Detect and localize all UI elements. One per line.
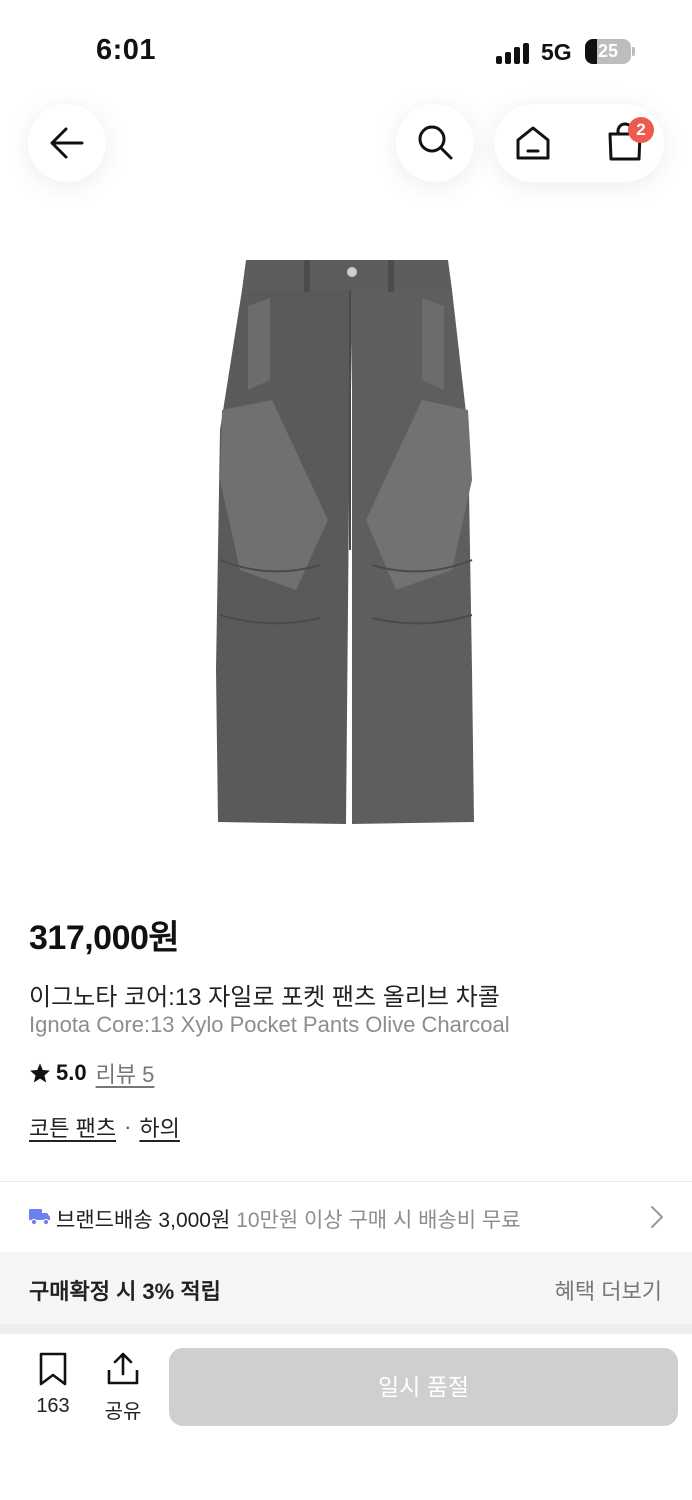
- product-price: 317,000원: [29, 919, 180, 957]
- back-button[interactable]: [28, 104, 106, 182]
- status-time: 6:01: [96, 34, 157, 66]
- benefit-row: 구매확정 시 3% 적립 혜택 더보기: [0, 1252, 692, 1324]
- home-icon[interactable]: [514, 124, 552, 162]
- star-icon: [30, 1063, 50, 1083]
- share-icon: [107, 1352, 139, 1385]
- category-breadcrumb: 코튼 팬츠 · 하의: [29, 1111, 180, 1143]
- shipping-note: 10만원 이상 구매 시 배송비 무료: [236, 1209, 521, 1232]
- review-link[interactable]: 리뷰 5: [96, 1057, 155, 1089]
- share-label: 공유: [104, 1401, 142, 1423]
- truck-icon: [29, 1209, 50, 1226]
- category-link-bottoms[interactable]: 하의: [139, 1111, 179, 1143]
- home-cart-pill: [494, 104, 664, 182]
- battery-level: 25: [597, 41, 619, 61]
- category-link-cotton-pants[interactable]: 코튼 팬츠: [29, 1111, 116, 1143]
- shipping-info: 브랜드배송 3,000원 10만원 이상 구매 시 배송비 무료: [56, 1204, 521, 1234]
- share-button[interactable]: 공유: [100, 1352, 146, 1424]
- battery-cap: [632, 47, 635, 56]
- cart-badge: 2: [628, 117, 654, 143]
- benefit-more-link[interactable]: 혜택 더보기: [555, 1274, 662, 1306]
- search-icon: [418, 125, 453, 160]
- category-separator: ·: [124, 1114, 132, 1139]
- network-type: 5G: [541, 39, 572, 65]
- chevron-right-icon: [651, 1206, 663, 1228]
- signal-icon: [496, 42, 532, 64]
- product-name-korean: 이그노타 코어:13 자일로 포켓 팬츠 올리브 차콜: [29, 984, 500, 1011]
- bookmark-icon: [39, 1352, 67, 1386]
- battery-icon: 25: [585, 39, 631, 64]
- product-image[interactable]: [200, 250, 492, 840]
- arrow-left-icon: [50, 127, 84, 159]
- search-button[interactable]: [396, 104, 474, 182]
- shipping-row[interactable]: 브랜드배송 3,000원 10만원 이상 구매 시 배송비 무료: [0, 1182, 692, 1252]
- shipping-fee: 브랜드배송 3,000원: [56, 1209, 231, 1232]
- product-name-english: Ignota Core:13 Xylo Pocket Pants Olive C…: [29, 1012, 510, 1037]
- rating-row: 5.0 리뷰 5: [29, 1058, 154, 1088]
- benefit-text: 구매확정 시 3% 적립: [29, 1279, 221, 1304]
- rating-value: 5.0: [56, 1060, 87, 1085]
- section-divider: [0, 1324, 692, 1334]
- status-bar: 6:01 5G 25: [0, 0, 692, 100]
- bookmark-count: 163: [36, 1395, 70, 1417]
- bottom-action-bar: 163 공유 일시 품절: [0, 1334, 692, 1500]
- sold-out-button[interactable]: 일시 품절: [169, 1348, 678, 1426]
- bookmark-button[interactable]: 163: [30, 1352, 76, 1418]
